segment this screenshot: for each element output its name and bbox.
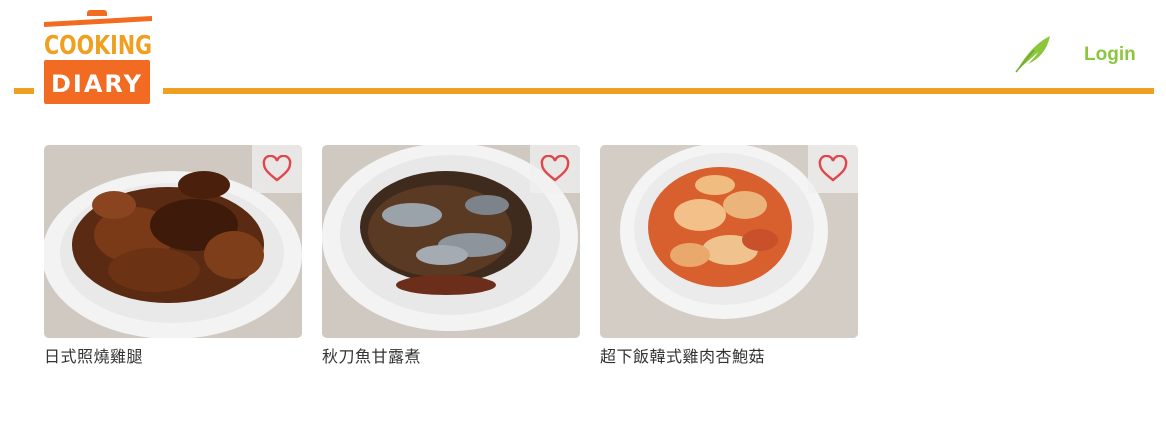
heart-outline-icon (818, 155, 848, 182)
recipe-card[interactable]: 超下飯韓式雞肉杏鮑菇 (600, 145, 858, 367)
login-link[interactable]: Login (1084, 44, 1136, 66)
favorite-button[interactable] (530, 145, 580, 193)
favorite-button[interactable] (252, 145, 302, 193)
header-divider-left (14, 88, 34, 94)
recipe-grid: 日式照燒雞腿 秋刀魚甘露煮 超下飯韓式雞肉杏鮑菇 (44, 145, 858, 367)
recipe-title[interactable]: 日式照燒雞腿 (44, 343, 302, 367)
recipe-photo[interactable] (600, 145, 858, 338)
recipe-title[interactable]: 秋刀魚甘露煮 (322, 343, 580, 367)
logo-text-cooking: COOKING (44, 31, 152, 61)
heart-outline-icon (262, 155, 292, 182)
recipe-card[interactable]: 日式照燒雞腿 (44, 145, 302, 367)
cooking-diary-logo[interactable]: COOKING DIARY (40, 8, 156, 106)
heart-outline-icon (540, 155, 570, 182)
header-divider (163, 88, 1154, 94)
recipe-photo[interactable] (44, 145, 302, 338)
quill-icon[interactable] (1010, 32, 1054, 76)
favorite-button[interactable] (808, 145, 858, 193)
recipe-card[interactable]: 秋刀魚甘露煮 (322, 145, 580, 367)
recipe-title[interactable]: 超下飯韓式雞肉杏鮑菇 (600, 343, 858, 367)
logo-text-diary: DIARY (51, 70, 143, 98)
recipe-photo[interactable] (322, 145, 580, 338)
